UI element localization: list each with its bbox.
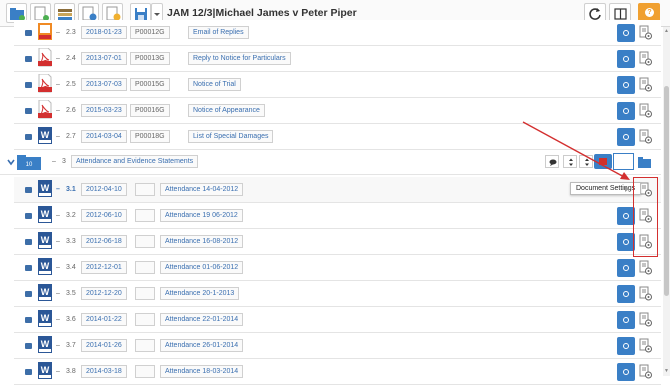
annotation-arrow <box>522 121 630 180</box>
